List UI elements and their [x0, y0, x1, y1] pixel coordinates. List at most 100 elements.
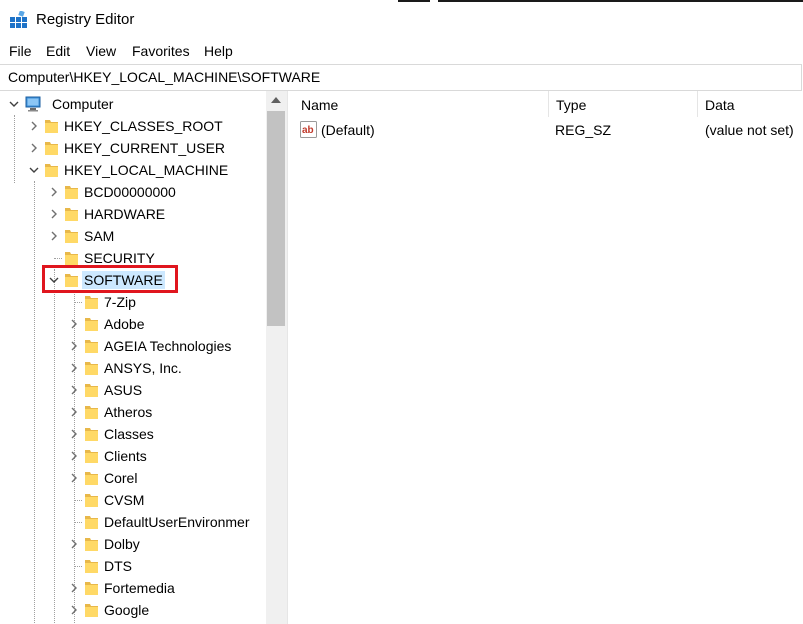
column-header-data[interactable]: Data: [698, 91, 803, 117]
tree-item-label: ASUS: [104, 382, 143, 398]
tree-item[interactable]: Computer: [0, 93, 266, 115]
tree-item-label: Dolby: [104, 536, 140, 552]
tree-item-label: Atheros: [104, 404, 153, 420]
chevron-right-icon[interactable]: [68, 604, 80, 616]
folder-icon: [84, 536, 99, 552]
tree-connector: [74, 566, 82, 567]
tree-item[interactable]: HKEY_CLASSES_ROOT: [0, 115, 266, 137]
value-name: (Default): [321, 122, 375, 138]
tree-item-label: Classes: [104, 426, 154, 442]
tree-item[interactable]: Adobe: [0, 313, 266, 335]
tree-item[interactable]: DTS: [0, 555, 266, 577]
tree-item[interactable]: BCD00000000: [0, 181, 266, 203]
string-value-icon: ab: [300, 121, 317, 138]
folder-icon: [64, 272, 79, 288]
tree-connector: [74, 522, 82, 523]
chevron-down-icon[interactable]: [28, 164, 40, 176]
chevron-right-icon[interactable]: [68, 472, 80, 484]
tree-connector: [74, 500, 82, 501]
chevron-right-icon[interactable]: [28, 142, 40, 154]
tree-item[interactable]: ASUS: [0, 379, 266, 401]
menu-favorites[interactable]: Favorites: [132, 43, 190, 59]
folder-icon: [84, 360, 99, 376]
tree-item[interactable]: CVSM: [0, 489, 266, 511]
tree-scrollbar[interactable]: [266, 91, 287, 624]
chevron-right-icon[interactable]: [28, 120, 40, 132]
scroll-up-arrow-icon[interactable]: [271, 97, 281, 103]
chevron-right-icon[interactable]: [68, 582, 80, 594]
tree-item[interactable]: SAM: [0, 225, 266, 247]
tree-item-label: SECURITY: [84, 250, 155, 266]
column-header-type[interactable]: Type: [549, 91, 697, 117]
folder-icon: [64, 250, 79, 266]
tree-item-label: HKEY_CURRENT_USER: [64, 140, 226, 156]
folder-icon: [64, 206, 79, 222]
chevron-right-icon[interactable]: [68, 450, 80, 462]
menu-file[interactable]: File: [9, 43, 32, 59]
folder-icon: [84, 404, 99, 420]
chevron-right-icon[interactable]: [48, 186, 60, 198]
tree-item[interactable]: Clients: [0, 445, 266, 467]
tree-connector: [54, 258, 62, 259]
tree-item[interactable]: AGEIA Technologies: [0, 335, 266, 357]
tree-item-label: HKEY_CLASSES_ROOT: [64, 118, 223, 134]
chevron-right-icon[interactable]: [68, 340, 80, 352]
menu-help[interactable]: Help: [204, 43, 233, 59]
chevron-right-icon[interactable]: [68, 406, 80, 418]
title-bar: Registry Editor: [0, 0, 803, 40]
pane-splitter[interactable]: [287, 91, 294, 624]
chevron-right-icon[interactable]: [68, 318, 80, 330]
chevron-right-icon[interactable]: [68, 384, 80, 396]
folder-icon: [64, 184, 79, 200]
scroll-thumb[interactable]: [267, 111, 285, 326]
tree-item[interactable]: DefaultUserEnvironmer: [0, 511, 266, 533]
chevron-right-icon[interactable]: [68, 428, 80, 440]
tree-item[interactable]: HKEY_CURRENT_USER: [0, 137, 266, 159]
folder-icon: [84, 602, 99, 618]
menu-view[interactable]: View: [86, 43, 116, 59]
key-tree-pane[interactable]: Computer HKEY_CLASSES_ROOT HKEY_CURRENT_US…: [0, 91, 287, 624]
value-data: (value not set): [705, 122, 794, 138]
address-bar[interactable]: Computer\HKEY_LOCAL_MACHINE\SOFTWARE: [0, 64, 802, 91]
tree-item-label: DTS: [104, 558, 132, 574]
chevron-right-icon[interactable]: [68, 538, 80, 550]
tree-item[interactable]: Atheros: [0, 401, 266, 423]
tree-item[interactable]: HARDWARE: [0, 203, 266, 225]
tree-item-label: Corel: [104, 470, 138, 486]
address-path[interactable]: Computer\HKEY_LOCAL_MACHINE\SOFTWARE: [8, 69, 320, 85]
svg-text:ab: ab: [302, 125, 314, 136]
folder-icon: [84, 448, 99, 464]
chevron-down-icon[interactable]: [8, 98, 20, 110]
tree-item-label: BCD00000000: [84, 184, 176, 200]
value-row[interactable]: ab (Default) REG_SZ (value not set): [294, 119, 803, 141]
value-type: REG_SZ: [555, 122, 612, 138]
folder-icon: [84, 470, 99, 486]
values-list-pane[interactable]: Name Type Data ab (Default) REG_SZ (valu…: [294, 91, 803, 624]
column-header-name[interactable]: Name: [294, 91, 548, 117]
tree-item[interactable]: HKEY_LOCAL_MACHINE: [0, 159, 266, 181]
tree-item[interactable]: Classes: [0, 423, 266, 445]
folder-icon: [84, 580, 99, 596]
tree-connector: [74, 302, 82, 303]
chevron-right-icon[interactable]: [68, 362, 80, 374]
tree-item[interactable]: SOFTWARE: [0, 269, 266, 291]
chevron-right-icon[interactable]: [48, 230, 60, 242]
menu-edit[interactable]: Edit: [46, 43, 70, 59]
tree-item[interactable]: 7-Zip: [0, 291, 266, 313]
background-window-edge: [398, 0, 803, 2]
chevron-down-icon[interactable]: [48, 274, 60, 286]
tree-item-label: ANSYS, Inc.: [104, 360, 182, 376]
tree-item[interactable]: Dolby: [0, 533, 266, 555]
folder-icon: [84, 316, 99, 332]
tree-item-label: Computer: [52, 96, 114, 112]
registry-editor-icon: [10, 11, 27, 28]
tree-item-label: DefaultUserEnvironmer: [104, 514, 250, 530]
tree-item[interactable]: ANSYS, Inc.: [0, 357, 266, 379]
tree-item[interactable]: SECURITY: [0, 247, 266, 269]
chevron-right-icon[interactable]: [48, 208, 60, 220]
tree-item-label: Clients: [104, 448, 147, 464]
tree-item[interactable]: Fortemedia: [0, 577, 266, 599]
tree-item[interactable]: Google: [0, 599, 266, 621]
tree-item[interactable]: Corel: [0, 467, 266, 489]
tree-item-label: CVSM: [104, 492, 145, 508]
